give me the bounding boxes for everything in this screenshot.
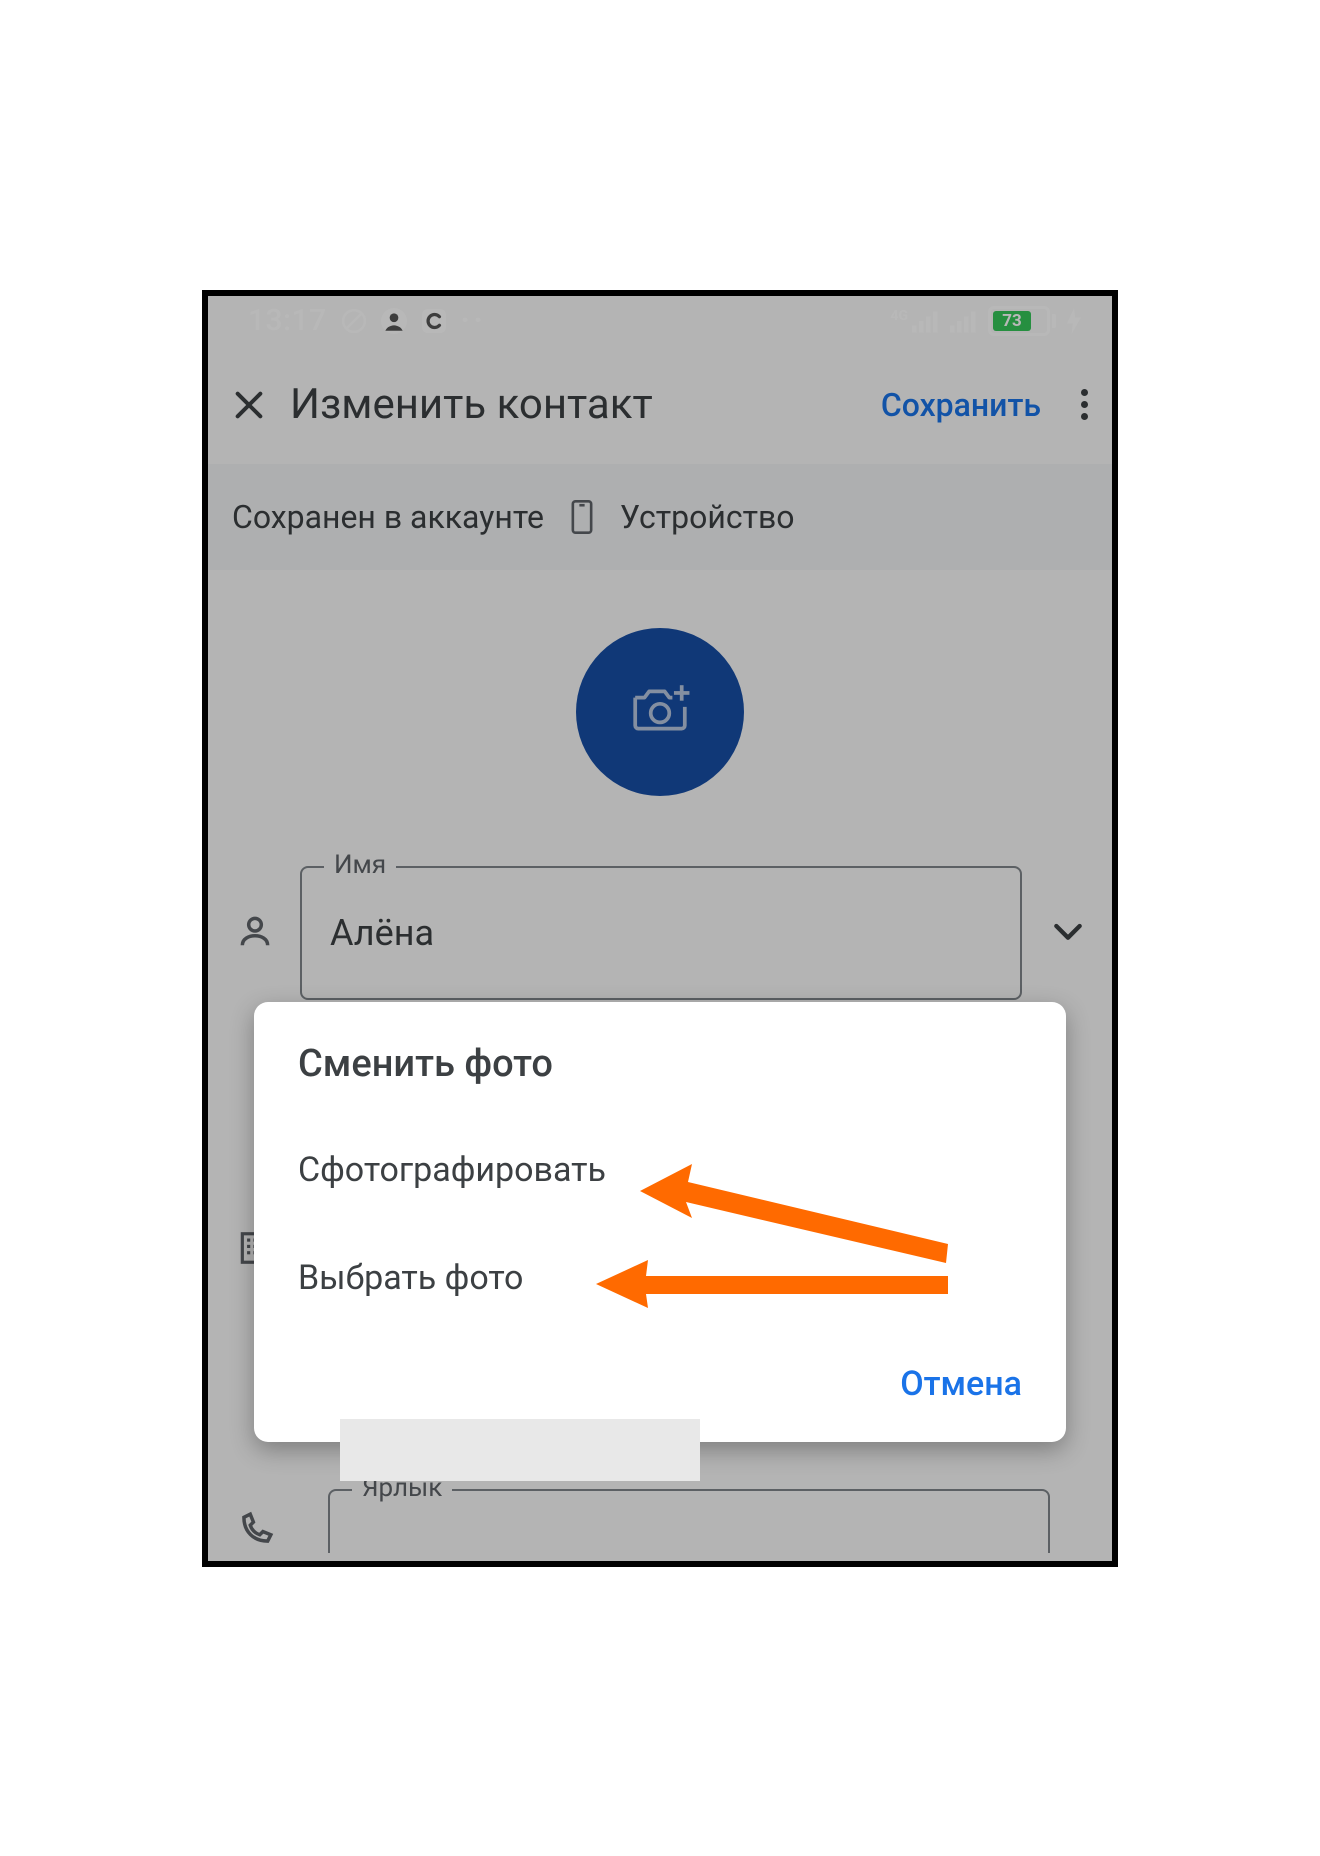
- status-time: 13:17: [248, 303, 327, 338]
- person-icon: [236, 912, 274, 954]
- redaction-strip: [340, 1419, 700, 1481]
- status-bar: 13:17 ·· 4G 73: [208, 296, 1112, 346]
- charging-icon: [1066, 308, 1082, 334]
- account-icon: [381, 308, 407, 334]
- photo-section: [208, 570, 1112, 866]
- name-input-value: Алёна: [330, 912, 434, 954]
- change-photo-dialog: Сменить фото Сфотографировать Выбрать фо…: [254, 1002, 1066, 1442]
- phone-icon: [236, 1511, 274, 1553]
- dialog-cancel-button[interactable]: Отмена: [900, 1364, 1022, 1404]
- battery-indicator: 73: [988, 306, 1056, 336]
- network-type-label: 4G: [890, 308, 908, 324]
- expand-name-button[interactable]: [1048, 911, 1088, 955]
- signal-sim2-icon: [950, 309, 978, 333]
- name-field-row: Имя Алёна: [208, 866, 1112, 1000]
- account-row[interactable]: Сохранен в аккаунте Устройство: [208, 464, 1112, 570]
- app-bar: Изменить контакт Сохранить: [208, 346, 1112, 464]
- take-photo-option[interactable]: Сфотографировать: [254, 1116, 1066, 1224]
- account-device-label: Устройство: [620, 498, 795, 536]
- camera-add-icon: [629, 682, 691, 742]
- do-not-disturb-icon: [341, 308, 367, 334]
- label-input[interactable]: Ярлык: [328, 1489, 1050, 1553]
- signal-sim1-icon: [912, 309, 940, 333]
- saved-in-account-label: Сохранен в аккаунте: [232, 498, 544, 536]
- app-c-icon: [421, 308, 447, 334]
- page-title: Изменить контакт: [290, 380, 653, 429]
- choose-photo-option[interactable]: Выбрать фото: [254, 1224, 1066, 1332]
- dialog-title: Сменить фото: [254, 1042, 1066, 1116]
- add-photo-button[interactable]: [576, 628, 744, 796]
- battery-percent: 73: [1002, 311, 1022, 331]
- overflow-menu-button[interactable]: [1081, 389, 1088, 420]
- name-input[interactable]: Имя Алёна: [300, 866, 1022, 1000]
- close-button[interactable]: [232, 388, 266, 422]
- screenshot-frame: 13:17 ·· 4G 73: [202, 290, 1118, 1567]
- name-input-label: Имя: [324, 850, 396, 880]
- device-icon: [570, 500, 594, 534]
- save-button[interactable]: Сохранить: [881, 386, 1041, 424]
